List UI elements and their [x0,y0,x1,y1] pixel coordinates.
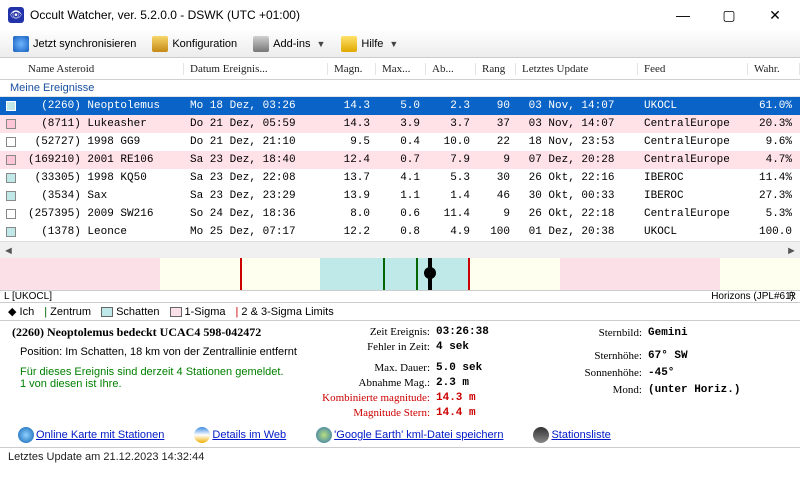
details-panel: (2260) Neoptolemus bedeckt UCAC4 598-042… [0,321,800,421]
table-row[interactable]: (3534) SaxSa 23 Dez, 23:2913.91.11.446 3… [0,187,800,205]
close-button[interactable]: ✕ [752,0,798,30]
list-icon [533,427,549,443]
event-table[interactable]: (2260) NeoptolemusMo 18 Dez, 03:2614.35.… [0,97,800,241]
link-map[interactable]: Online Karte mit Stationen [18,427,164,443]
scroll-left-icon[interactable]: ◄ [0,242,17,259]
table-row[interactable]: (257395) 2009 SW216So 24 Dez, 18:368.00.… [0,205,800,223]
minimize-button[interactable]: — [660,0,706,30]
horizontal-scrollbar[interactable]: ◄► [0,241,800,258]
table-row[interactable]: (1378) LeonceMo 25 Dez, 07:1712.20.84.91… [0,223,800,241]
group-header: Meine Ereignisse [0,80,800,97]
link-kml[interactable]: 'Google Earth' kml-Datei speichern [316,427,503,443]
legend: ◆ Ich | Zentrum Schatten 1-Sigma | 2 & 3… [0,303,800,321]
status-bar: Letztes Update am 21.12.2023 14:32:44 [0,447,800,466]
config-button[interactable]: Konfiguration [145,33,244,55]
table-row[interactable]: (2260) NeoptolemusMo 18 Dez, 03:2614.35.… [0,97,800,115]
refresh-icon [13,36,29,52]
timeline[interactable] [0,258,800,290]
table-row[interactable]: (52727) 1998 GG9Do 21 Dez, 21:109.50.410… [0,133,800,151]
help-icon [341,36,357,52]
detail-title: (2260) Neoptolemus bedeckt UCAC4 598-042… [12,325,298,340]
wrench-icon [253,36,269,52]
table-row[interactable]: (169210) 2001 RE106Sa 23 Dez, 18:4012.40… [0,151,800,169]
app-icon: 👁 [8,7,24,23]
globe-icon [18,427,34,443]
chevron-down-icon: ▼ [389,39,398,49]
scale-source: Horizons (JPL#61) [711,291,794,302]
sync-button[interactable]: Jetzt synchronisieren [6,33,143,55]
scale-left: L [UKOCL] [4,291,52,302]
window-title: Occult Watcher, ver. 5.2.0.0 - DSWK (UTC… [30,8,660,22]
chevron-down-icon: ▼ [316,39,325,49]
table-row[interactable]: (8711) LukeasherDo 21 Dez, 05:5914.33.93… [0,115,800,133]
web-icon [194,427,210,443]
table-row[interactable]: (33305) 1998 KQ50Sa 23 Dez, 22:0813.74.1… [0,169,800,187]
link-stations[interactable]: Stationsliste [533,427,610,443]
help-button[interactable]: Hilfe▼ [334,33,405,55]
scroll-right-icon[interactable]: ► [783,242,800,259]
table-header: Name Asteroid Datum Ereignis... Magn. Ma… [0,58,800,80]
maximize-button[interactable]: ▢ [706,0,752,30]
earth-icon [316,427,332,443]
link-web[interactable]: Details im Web [194,427,286,443]
addins-button[interactable]: Add-ins▼ [246,33,332,55]
gear-icon [152,36,168,52]
